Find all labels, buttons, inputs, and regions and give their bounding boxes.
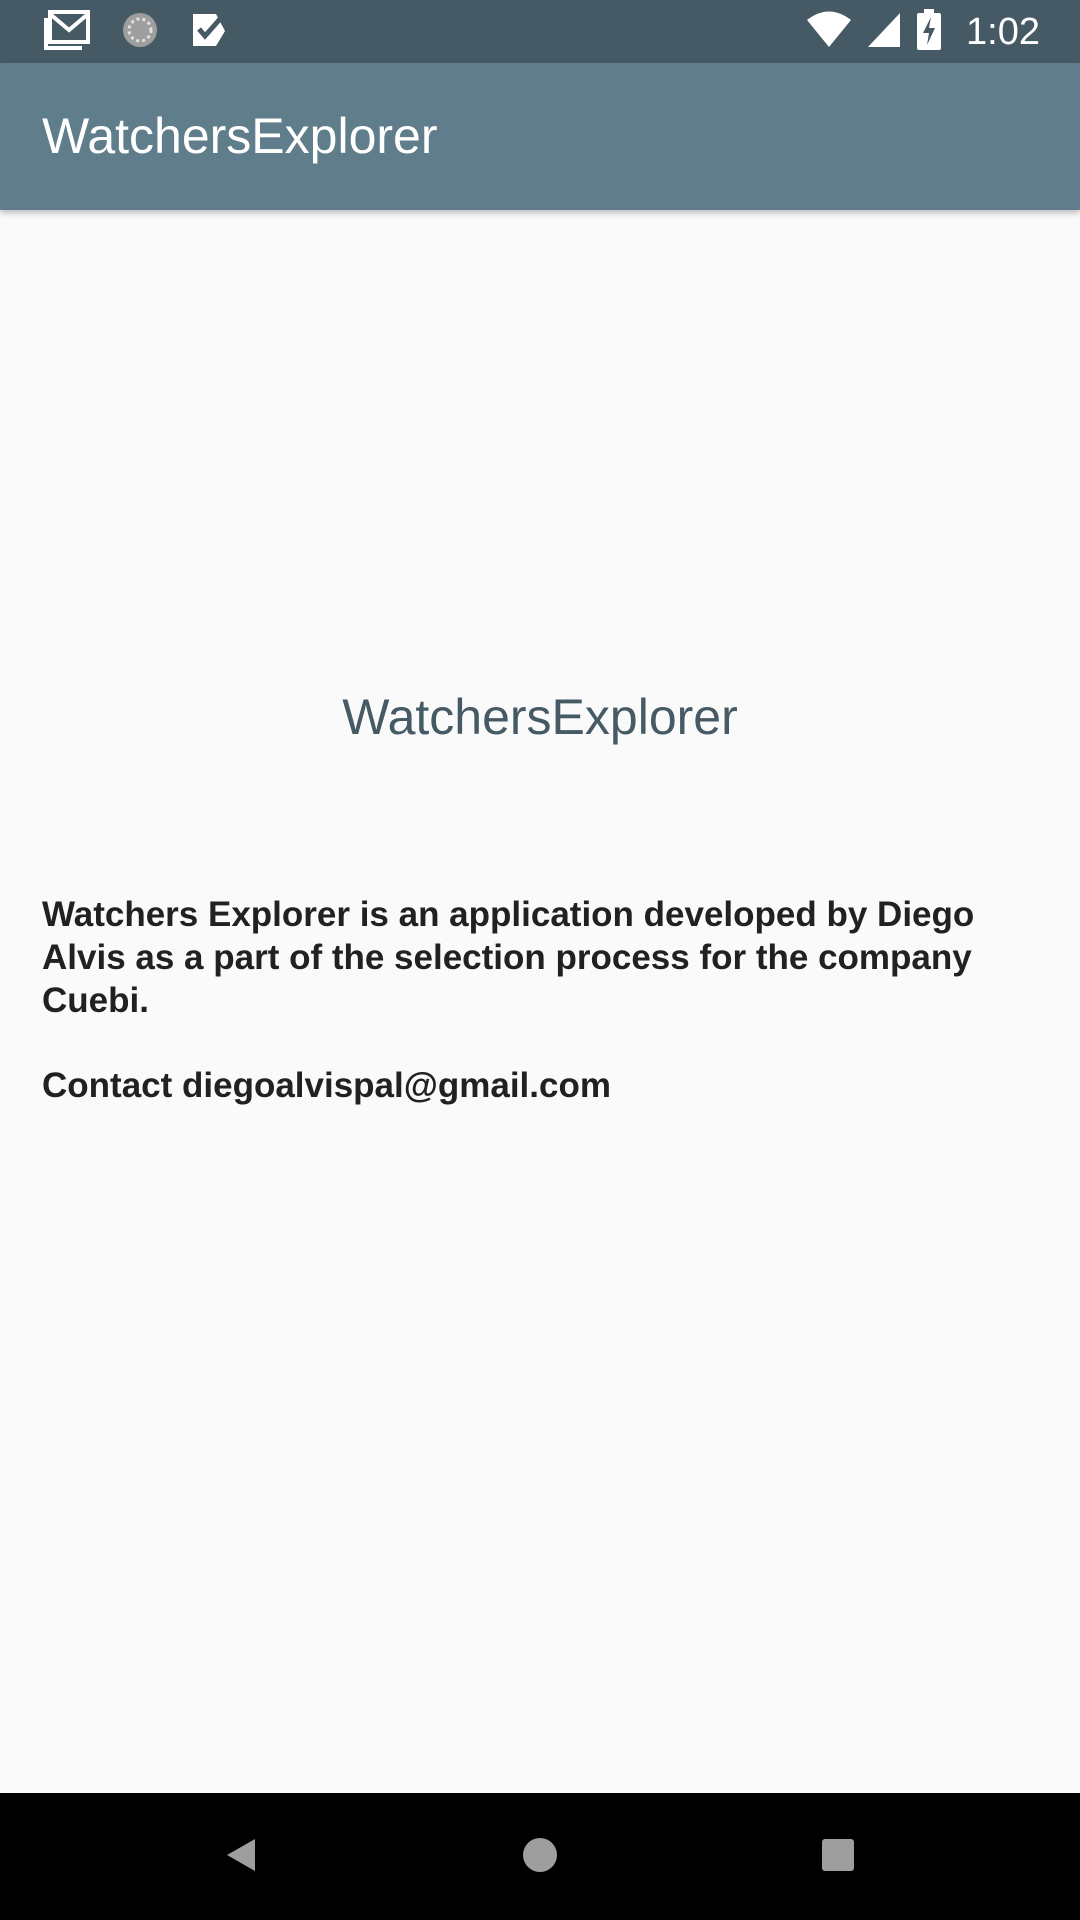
home-button[interactable] <box>502 1819 578 1895</box>
app-bar-title: WatchersExplorer <box>42 108 438 164</box>
app-bar: WatchersExplorer <box>0 63 1080 210</box>
sync-icon <box>120 10 160 55</box>
back-button[interactable] <box>203 1819 279 1895</box>
back-icon <box>223 1835 259 1880</box>
recents-button[interactable] <box>800 1819 876 1895</box>
notification-icons <box>44 9 228 55</box>
recents-icon <box>821 1838 855 1877</box>
home-icon <box>521 1836 559 1879</box>
system-icons: 1:02 <box>806 8 1040 56</box>
gmail-icon <box>44 9 90 55</box>
about-content: WatchersExplorer Watchers Explorer is an… <box>0 210 1080 1793</box>
navigation-bar <box>0 1793 1080 1920</box>
page-title: WatchersExplorer <box>342 689 738 745</box>
about-description: Watchers Explorer is an application deve… <box>42 895 975 1020</box>
cell-signal-icon <box>866 11 902 54</box>
contact-text: Contact diegoalvispal@gmail.com <box>42 1066 611 1105</box>
battery-charging-icon <box>916 8 942 56</box>
wifi-icon <box>806 11 852 54</box>
status-time: 1:02 <box>966 11 1040 53</box>
checkmark-icon <box>190 11 228 54</box>
status-bar: 1:02 <box>0 0 1080 63</box>
